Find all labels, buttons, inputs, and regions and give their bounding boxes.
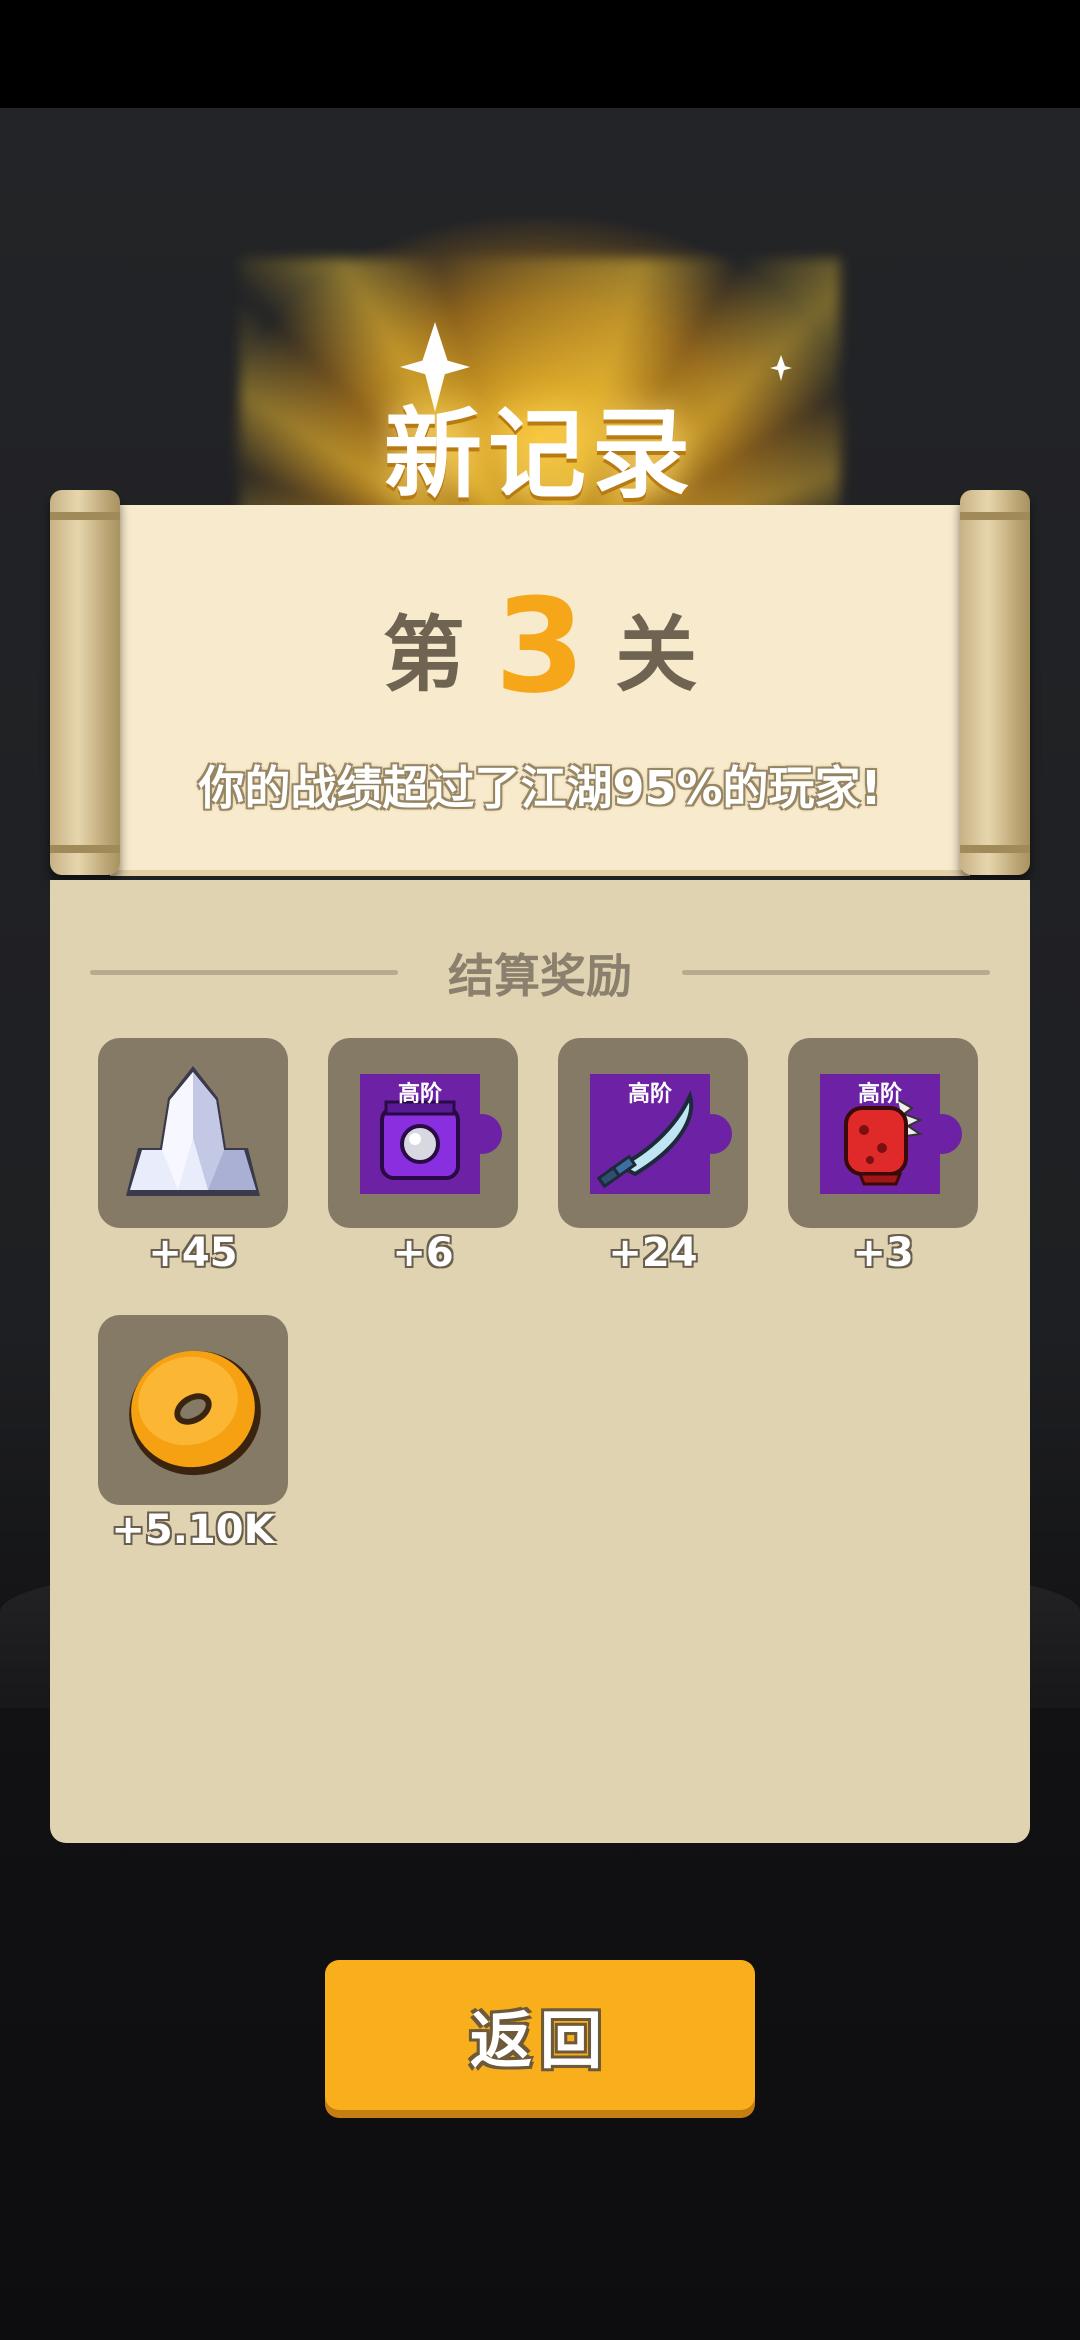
reward-item-sword[interactable]: 高阶 +24 xyxy=(558,1038,748,1276)
status-bar xyxy=(0,0,1080,108)
record-text: 你的战绩超过了江湖95%的玩家! xyxy=(198,761,882,815)
tier-label: 高阶 xyxy=(857,1082,902,1107)
stage-suffix: 关 xyxy=(615,608,698,703)
reward-item-armor[interactable]: 高阶 +6 xyxy=(328,1038,518,1276)
reward-item-crystal[interactable]: +45 xyxy=(98,1038,288,1276)
gold-coin-icon xyxy=(129,1350,261,1476)
reward-item-box xyxy=(98,1315,288,1505)
stage-prefix: 第 xyxy=(382,608,465,703)
puzzle-piece: 高阶 xyxy=(590,1074,732,1194)
puzzle-piece: 高阶 xyxy=(360,1074,502,1194)
new-record-title: 新记录 xyxy=(383,398,696,512)
reward-amount: +3 xyxy=(852,1230,914,1276)
reward-item-box xyxy=(98,1038,288,1228)
reward-item-gauntlet[interactable]: 高阶 +3 xyxy=(788,1038,978,1276)
return-button[interactable]: 返回 xyxy=(325,1960,755,2110)
reward-item-box: 高阶 xyxy=(558,1038,748,1228)
reward-item-coin[interactable]: +5.10K xyxy=(98,1315,288,1553)
stage-label: 第3关 xyxy=(0,570,1080,722)
reward-item-box: 高阶 xyxy=(328,1038,518,1228)
tier-label: 高阶 xyxy=(397,1082,442,1107)
reward-section-title: 结算奖励 xyxy=(448,949,632,1003)
reward-amount: +45 xyxy=(148,1230,238,1276)
reward-amount: +6 xyxy=(392,1230,454,1276)
puzzle-piece: 高阶 xyxy=(820,1074,962,1194)
stage-number: 3 xyxy=(494,570,586,722)
reward-amount: +24 xyxy=(608,1230,698,1276)
reward-item-box: 高阶 xyxy=(788,1038,978,1228)
reward-amount: +5.10K xyxy=(111,1507,275,1553)
crystal-icon xyxy=(126,1066,260,1196)
tier-label: 高阶 xyxy=(627,1082,672,1107)
